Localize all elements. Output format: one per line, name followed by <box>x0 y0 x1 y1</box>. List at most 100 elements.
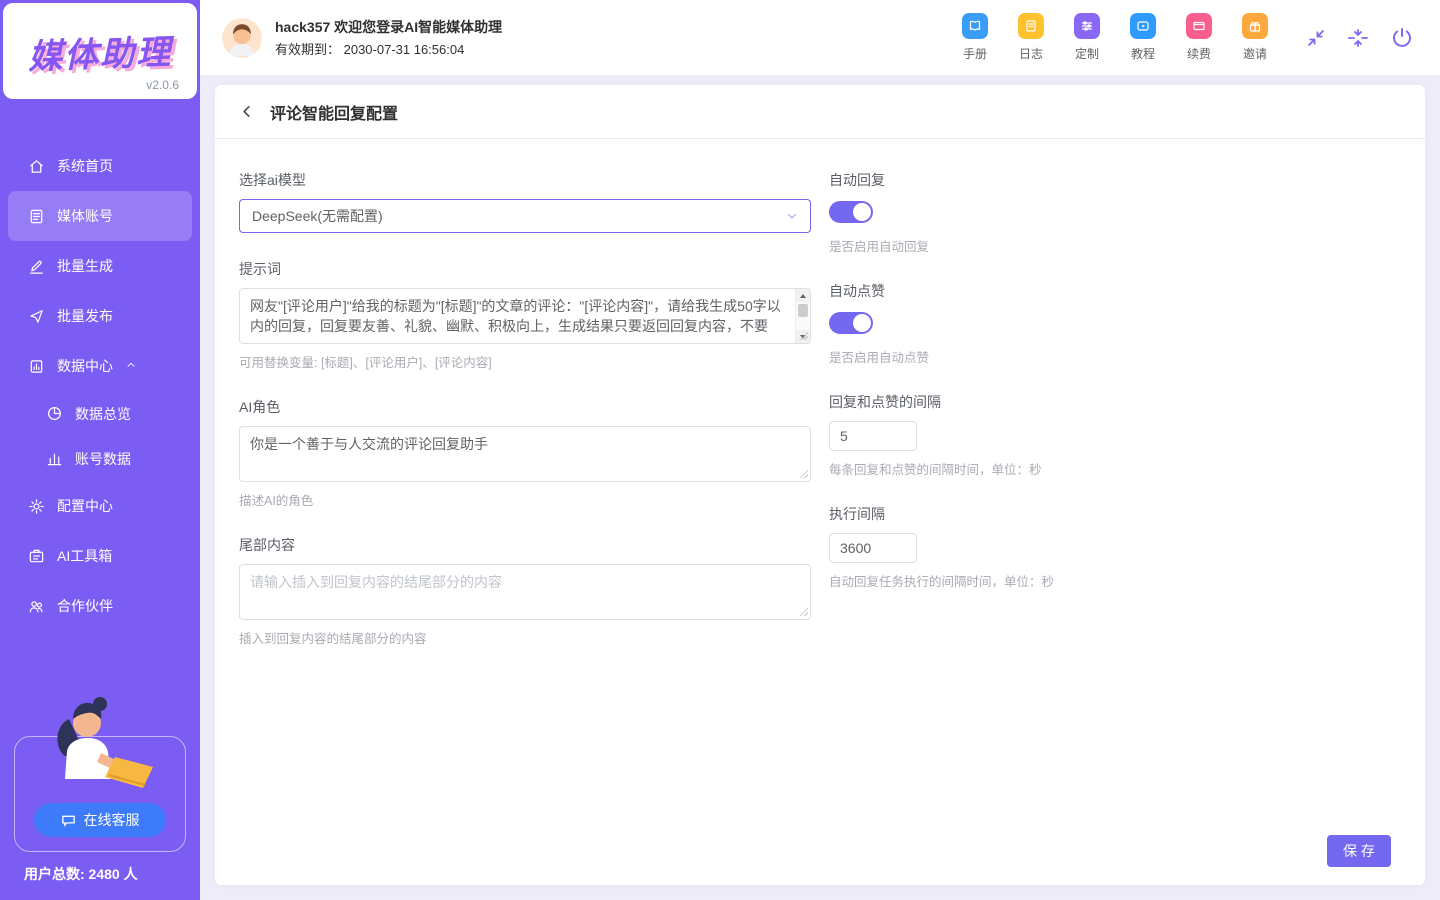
sidebar-item-label: 数据中心 <box>57 356 113 376</box>
sidebar-item-label: 批量发布 <box>57 306 113 326</box>
prompt-textarea[interactable]: 网友"[评论用户]"给我的标题为"[标题]"的文章的评论："[评论内容]"，请给… <box>239 288 811 344</box>
auto-like-group: 自动点赞 是否启用自动点赞 <box>829 281 1259 366</box>
user-total-label: 用户总数: 2480 人 <box>24 864 186 884</box>
auto-reply-help: 是否启用自动回复 <box>829 236 1259 255</box>
home-icon <box>28 158 45 175</box>
exec-interval-input[interactable] <box>829 533 917 563</box>
card-icon <box>1186 13 1212 39</box>
content-area: 评论智能回复配置 选择ai模型 DeepSeek(无需配置) <box>200 75 1440 900</box>
interval-group: 回复和点赞的间隔 每条回复和点赞的间隔时间，单位：秒 <box>829 392 1259 478</box>
partners-icon <box>28 598 45 615</box>
ai-model-select[interactable]: DeepSeek(无需配置) <box>239 199 811 233</box>
sidebar-item-media-accounts[interactable]: 媒体账号 <box>8 191 192 241</box>
form-right-column: 自动回复 是否启用自动回复 自动点赞 是否启用自动点赞 回复和点赞的间隔 <box>829 170 1259 673</box>
action-custom[interactable]: 定制 <box>1074 13 1100 62</box>
welcome-block: hack357 欢迎您登录AI智能媒体助理 有效期到： 2030-07-31 1… <box>275 20 502 56</box>
ai-role-textarea[interactable]: 你是一个善于与人交流的评论回复助手 <box>239 426 811 482</box>
sidebar-item-ai-toolbox[interactable]: AI工具箱 <box>0 531 200 581</box>
action-tutorial[interactable]: 教程 <box>1130 13 1156 62</box>
tail-content-textarea[interactable] <box>239 564 811 620</box>
manual-icon <box>962 13 988 39</box>
support-illustration <box>21 691 181 803</box>
prompt-help: 可用替换变量: [标题]、[评论用户]、[评论内容] <box>239 352 811 371</box>
role-help: 描述AI的角色 <box>239 490 811 509</box>
chevron-up-icon <box>125 358 137 374</box>
data-center-icon <box>28 358 45 375</box>
app-root: 媒体助理 v2.0.6 系统首页 媒体账号 批量生成 批量发布 数据中 <box>0 0 1440 900</box>
log-icon <box>1018 13 1044 39</box>
right-pane: hack357 欢迎您登录AI智能媒体助理 有效期到： 2030-07-31 1… <box>200 0 1440 900</box>
sliders-icon <box>1074 13 1100 39</box>
scroll-up-icon[interactable] <box>796 289 810 302</box>
interval-label: 回复和点赞的间隔 <box>829 392 1259 412</box>
action-log[interactable]: 日志 <box>1018 13 1044 62</box>
chat-icon <box>61 813 76 828</box>
avatar <box>222 18 262 58</box>
ai-model-value: DeepSeek(无需配置) <box>252 206 383 226</box>
chevron-down-icon <box>786 210 798 222</box>
online-support-button[interactable]: 在线客服 <box>34 803 166 837</box>
quick-actions: 手册 日志 定制 教程 续费 <box>962 13 1268 62</box>
compress-icon[interactable] <box>1306 28 1326 48</box>
sidebar-item-batch-publish[interactable]: 批量发布 <box>0 291 200 341</box>
sidebar-item-data-center[interactable]: 数据中心 <box>0 341 200 391</box>
expiry-text: 有效期到： 2030-07-31 16:56:04 <box>275 43 502 56</box>
tail-help: 插入到回复内容的结尾部分的内容 <box>239 628 811 647</box>
sidebar-item-label: 批量生成 <box>57 256 113 276</box>
gear-icon <box>28 498 45 515</box>
config-form: 选择ai模型 DeepSeek(无需配置) 提示词 网友"[评论用户]"给我的标… <box>215 139 1425 673</box>
page-title: 评论智能回复配置 <box>270 100 398 124</box>
action-invite[interactable]: 邀请 <box>1242 13 1268 62</box>
sidebar-item-batch-generate[interactable]: 批量生成 <box>0 241 200 291</box>
tail-label: 尾部内容 <box>239 535 811 555</box>
pencil-icon <box>28 258 45 275</box>
action-renew[interactable]: 续费 <box>1186 13 1212 62</box>
sidebar-item-config-center[interactable]: 配置中心 <box>0 481 200 531</box>
card-header: 评论智能回复配置 <box>215 85 1425 139</box>
model-label: 选择ai模型 <box>239 170 811 190</box>
tail-group: 尾部内容 插入到回复内容的结尾部分的内容 <box>239 535 811 647</box>
sidebar-item-account-data[interactable]: 账号数据 <box>0 436 200 481</box>
send-icon <box>28 308 45 325</box>
interval-help: 每条回复和点赞的间隔时间，单位：秒 <box>829 459 1259 478</box>
logo-card: 媒体助理 v2.0.6 <box>3 3 197 99</box>
chevron-left-icon <box>239 104 254 119</box>
online-support-label: 在线客服 <box>84 810 140 830</box>
sidebar-item-label: 媒体账号 <box>57 206 113 226</box>
app-logo: 媒体助理 <box>27 24 173 78</box>
back-button[interactable] <box>239 104 254 119</box>
document-icon <box>28 208 45 225</box>
auto-like-help: 是否启用自动点赞 <box>829 347 1259 366</box>
pie-chart-icon <box>46 405 63 422</box>
exec-interval-label: 执行间隔 <box>829 504 1259 524</box>
sidebar-item-label: 合作伙伴 <box>57 596 113 616</box>
window-controls <box>1306 26 1414 50</box>
interval-input[interactable] <box>829 421 917 451</box>
version-label: v2.0.6 <box>146 78 179 92</box>
sidebar: 媒体助理 v2.0.6 系统首页 媒体账号 批量生成 批量发布 数据中 <box>0 0 200 900</box>
collapse-vertical-icon[interactable] <box>1348 28 1368 48</box>
auto-reply-label: 自动回复 <box>829 170 1259 190</box>
action-manual[interactable]: 手册 <box>962 13 988 62</box>
save-button[interactable]: 保 存 <box>1327 835 1391 867</box>
sidebar-item-partners[interactable]: 合作伙伴 <box>0 581 200 631</box>
welcome-text: hack357 欢迎您登录AI智能媒体助理 <box>275 20 502 34</box>
auto-like-label: 自动点赞 <box>829 281 1259 301</box>
bar-chart-icon <box>46 450 63 467</box>
auto-reply-toggle[interactable] <box>829 201 873 223</box>
scrollbar-thumb[interactable] <box>798 304 808 317</box>
auto-like-toggle[interactable] <box>829 312 873 334</box>
sidebar-item-label: 系统首页 <box>57 156 113 176</box>
power-icon[interactable] <box>1390 26 1414 50</box>
sidebar-item-home[interactable]: 系统首页 <box>0 141 200 191</box>
exec-interval-help: 自动回复任务执行的间隔时间，单位：秒 <box>829 571 1259 590</box>
sidebar-item-data-overview[interactable]: 数据总览 <box>0 391 200 436</box>
auto-reply-group: 自动回复 是否启用自动回复 <box>829 170 1259 255</box>
sidebar-bottom: 在线客服 用户总数: 2480 人 <box>0 736 200 900</box>
sidebar-item-label: AI工具箱 <box>57 546 112 566</box>
toolbox-icon <box>28 548 45 565</box>
topbar: hack357 欢迎您登录AI智能媒体助理 有效期到： 2030-07-31 1… <box>200 0 1440 75</box>
exec-interval-group: 执行间隔 自动回复任务执行的间隔时间，单位：秒 <box>829 504 1259 590</box>
sidebar-menu: 系统首页 媒体账号 批量生成 批量发布 数据中心 <box>0 141 200 631</box>
form-left-column: 选择ai模型 DeepSeek(无需配置) 提示词 网友"[评论用户]"给我的标… <box>239 170 811 673</box>
